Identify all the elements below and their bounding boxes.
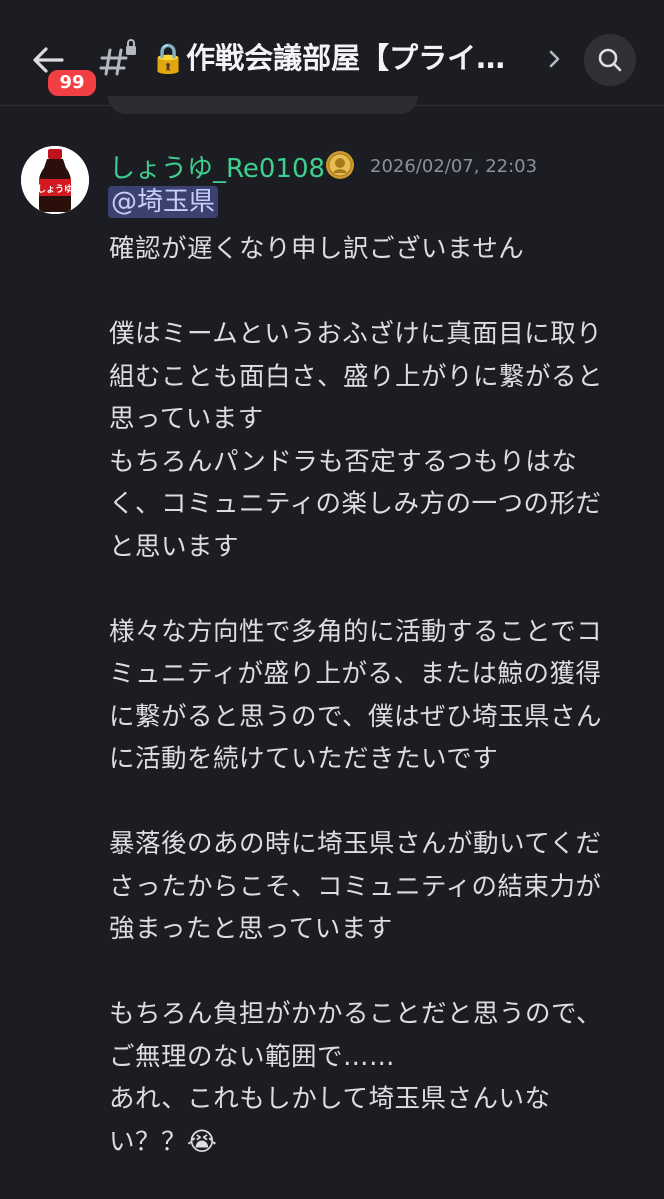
chevron-right-icon[interactable]	[545, 46, 565, 72]
channel-title[interactable]: 🔒作戦会議部屋【プライ…	[150, 35, 530, 77]
message-line: さったからこそ、コミュニティの結束力が	[109, 871, 602, 902]
previous-message-edge	[108, 96, 418, 114]
mention-tag[interactable]: @埼玉県	[108, 186, 219, 218]
message-line: あれ、これもしかして埼玉県さんいな	[109, 1084, 551, 1114]
badge-coin-icon	[326, 151, 354, 179]
avatar[interactable]: しょうゆ	[21, 146, 89, 214]
search-icon	[598, 48, 622, 72]
message-line: 様々な方向性で多角的に活動することでコ	[109, 616, 603, 647]
message-line: く、コミュニティの楽しみ方の一つの形だ	[109, 489, 602, 519]
message-line: ご無理のない範囲で……	[109, 1041, 396, 1072]
message-line: もちろんパンドラも否定するつもりはな	[109, 446, 578, 477]
author-name[interactable]: しょうゆ_Re0108	[109, 148, 325, 185]
message-timestamp: 2026/02/07, 22:03	[370, 156, 538, 177]
message-line: い？？😭	[109, 1126, 218, 1157]
locked-channel-hash-icon	[99, 39, 136, 76]
unread-badge: 99	[45, 67, 99, 99]
message-line: もちろん負担がかかることだと思うので、	[109, 999, 602, 1029]
message-line: 暴落後のあの時に埼玉県さんが動いてくだ	[109, 829, 602, 859]
message-line: 思っています	[109, 404, 264, 434]
message-body: 確認が遅くなり申し訳ございません僕はミームというおふざけに真面目に取り 組むことも…	[109, 228, 629, 1163]
message-line: 確認が遅くなり申し訳ございません	[109, 234, 525, 264]
top-bar: 99 🔒作戦会議部屋【プライ…	[0, 0, 664, 106]
message-line: 組むことも面白さ、盛り上がりに繋がると	[109, 361, 604, 392]
search-button[interactable]	[584, 34, 636, 86]
message-line: 僕はミームというおふざけに真面目に取り	[109, 319, 603, 349]
message-line: と思います	[109, 531, 240, 562]
message-line: ミュニティが盛り上がる、または鯨の獲得	[109, 659, 602, 689]
svg-text:しょうゆ: しょうゆ	[37, 184, 73, 195]
soy-sauce-bottle-icon: しょうゆ	[21, 146, 89, 214]
message-line: に活動を続けていただきたいです	[109, 744, 499, 774]
message-line: に繋がると思うので、僕はぜひ埼玉県さん	[109, 701, 602, 732]
message-line: 強まったと思っています	[109, 914, 393, 944]
